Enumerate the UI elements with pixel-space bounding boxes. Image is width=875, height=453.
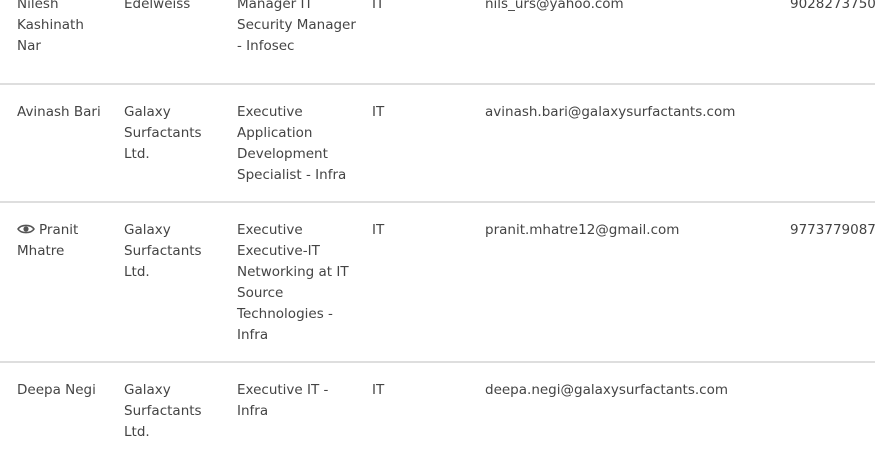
contact-department: IT [372,104,385,120]
contact-name: Avinash Bari [17,104,101,120]
contact-title: Executive Application Development Specia… [237,104,347,183]
contact-department: IT [372,0,385,12]
contact-title: Executive IT - Infra [237,382,329,419]
contact-company: Edelweiss [124,0,191,12]
contact-email: deepa.negi@galaxysurfactants.com [485,382,728,398]
eye-icon[interactable] [17,223,35,235]
contact-email: nils_urs@yahoo.com [485,0,624,12]
contact-title: Executive Executive-IT Networking at IT … [237,222,349,343]
contact-phone: 9773779087 [790,222,875,238]
contact-department: IT [372,382,385,398]
table-row: Nilesh Kashinath Nar Edelweiss Manager I… [0,0,875,85]
contact-email: avinash.bari@galaxysurfactants.com [485,104,736,120]
contact-name-cell: Pranit Mhatre [17,220,109,262]
contact-title: Manager IT Security Manager - Infosec [237,0,356,54]
contacts-table: Nilesh Kashinath Nar Edelweiss Manager I… [0,0,875,453]
table-row: Deepa Negi Galaxy Surfactants Ltd. Execu… [0,363,875,453]
table-row: Avinash Bari Galaxy Surfactants Ltd. Exe… [0,85,875,203]
contact-company: Galaxy Surfactants Ltd. [124,104,202,162]
contact-department: IT [372,222,385,238]
contact-phone: 9028273750 [790,0,875,12]
table-row: Pranit Mhatre Galaxy Surfactants Ltd. Ex… [0,203,875,363]
contact-email: pranit.mhatre12@gmail.com [485,222,680,238]
contact-name: Nilesh Kashinath Nar [17,0,84,54]
contact-name: Deepa Negi [17,382,96,398]
contact-company: Galaxy Surfactants Ltd. [124,382,202,440]
contact-company: Galaxy Surfactants Ltd. [124,222,202,280]
